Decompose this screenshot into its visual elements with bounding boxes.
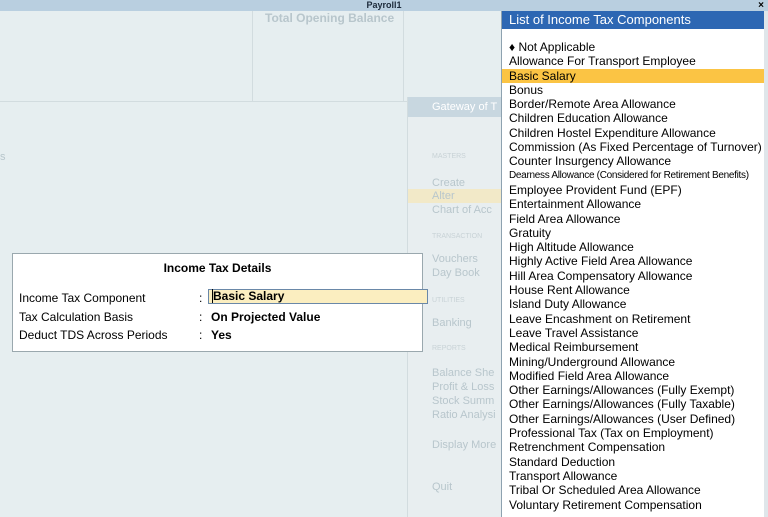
window-titlebar: Payroll1 × — [0, 0, 768, 11]
income-tax-components-list: List of Income Tax Components ♦ Not Appl… — [501, 11, 765, 517]
list-item[interactable]: Dearness Allowance (Considered for Retir… — [502, 169, 765, 183]
list-header: List of Income Tax Components — [502, 11, 765, 29]
list-item[interactable]: Counter Insurgency Allowance — [502, 154, 765, 168]
opening-balance-panel: Total Opening Balance — [252, 11, 404, 101]
gateway-item-ratio[interactable]: Ratio Analysi — [432, 409, 496, 421]
list-item[interactable]: Hill Area Compensatory Allowance — [502, 269, 765, 283]
list-item[interactable]: Transport Allowance — [502, 469, 765, 483]
gateway-item-balance-sheet[interactable]: Balance She — [432, 367, 494, 379]
list-item[interactable]: High Altitude Allowance — [502, 240, 765, 254]
gateway-item-quit[interactable]: Quit — [432, 481, 452, 493]
gateway-item-create[interactable]: Create — [432, 177, 465, 189]
tax-calculation-basis-row: Tax Calculation Basis : On Projected Val… — [19, 309, 419, 325]
list-item[interactable]: Allowance For Transport Employee — [502, 54, 765, 68]
list-item[interactable]: Border/Remote Area Allowance — [502, 97, 765, 111]
list-item[interactable]: Voluntary Retirement Compensation — [502, 498, 765, 512]
income-tax-component-label: Income Tax Component — [19, 291, 146, 305]
list-item[interactable]: Medical Reimbursement — [502, 340, 765, 354]
gateway-section-masters: MASTERS — [432, 153, 466, 160]
gateway-section-reports: REPORTS — [432, 345, 466, 352]
opening-balance-title: Total Opening Balance — [265, 11, 395, 25]
gateway-highlight — [408, 189, 503, 203]
list-item[interactable]: Other Earnings/Allowances (Fully Taxable… — [502, 397, 765, 411]
close-icon[interactable]: × — [758, 0, 764, 11]
list-item[interactable]: Gratuity — [502, 226, 765, 240]
list-item[interactable]: Mining/Underground Allowance — [502, 355, 765, 369]
list-item[interactable]: Leave Travel Assistance — [502, 326, 765, 340]
list-item[interactable]: Commission (As Fixed Percentage of Turno… — [502, 140, 765, 154]
gateway-header: Gateway of T — [408, 97, 503, 117]
gateway-item-vouchers[interactable]: Vouchers — [432, 253, 478, 265]
gateway-item-chart[interactable]: Chart of Acc — [432, 204, 492, 216]
list-item[interactable]: ♦ Not Applicable — [502, 40, 765, 54]
list-items: ♦ Not Applicable Allowance For Transport … — [502, 40, 765, 512]
deduct-tds-row: Deduct TDS Across Periods : Yes — [19, 327, 419, 343]
gateway-section-utilities: UTILITIES — [432, 297, 465, 304]
colon: : — [199, 310, 203, 324]
list-item[interactable]: House Rent Allowance — [502, 283, 765, 297]
gateway-item-profit-loss[interactable]: Profit & Loss — [432, 381, 494, 393]
list-item[interactable]: Modified Field Area Allowance — [502, 369, 765, 383]
gateway-item-banking[interactable]: Banking — [432, 317, 472, 329]
list-item[interactable]: Employee Provident Fund (EPF) — [502, 183, 765, 197]
list-item[interactable]: Island Duty Allowance — [502, 297, 765, 311]
income-tax-details-dialog: Income Tax Details Income Tax Component … — [12, 253, 428, 352]
scrollbar[interactable] — [764, 11, 768, 517]
list-item[interactable]: Bonus — [502, 83, 765, 97]
list-item[interactable]: Field Area Allowance — [502, 212, 765, 226]
list-item[interactable]: Standard Deduction — [502, 455, 765, 469]
colon: : — [199, 291, 203, 305]
list-item[interactable]: Leave Encashment on Retirement — [502, 312, 765, 326]
list-item[interactable]: Children Education Allowance — [502, 111, 765, 125]
deduct-tds-label: Deduct TDS Across Periods — [19, 328, 168, 342]
income-tax-component-value: asic Salary — [221, 289, 285, 303]
gateway-section-transactions: TRANSACTION — [432, 233, 483, 240]
list-item[interactable]: Tribal Or Scheduled Area Allowance — [502, 483, 765, 497]
gateway-item-display-more[interactable]: Display More — [432, 439, 496, 451]
list-item[interactable]: Highly Active Field Area Allowance — [502, 254, 765, 268]
gateway-item-stock-summary[interactable]: Stock Summ — [432, 395, 494, 407]
list-item[interactable]: Children Hostel Expenditure Allowance — [502, 126, 765, 140]
list-item[interactable]: Professional Tax (Tax on Employment) — [502, 426, 765, 440]
left-label: s — [0, 151, 6, 163]
list-item[interactable]: Other Earnings/Allowances (Fully Exempt) — [502, 383, 765, 397]
tax-calculation-basis-value[interactable]: On Projected Value — [211, 309, 320, 325]
deduct-tds-value[interactable]: Yes — [211, 327, 232, 343]
dialog-title: Income Tax Details — [163, 261, 272, 275]
window-title: Payroll1 — [366, 0, 402, 10]
gateway-item-daybook[interactable]: Day Book — [432, 267, 480, 279]
list-item[interactable]: Entertainment Allowance — [502, 197, 765, 211]
text-cursor: B — [212, 289, 222, 303]
income-tax-component-field[interactable]: Basic Salary — [208, 289, 428, 304]
list-item[interactable]: Basic Salary — [502, 68, 765, 83]
income-tax-component-row: Income Tax Component : Basic Salary — [19, 289, 428, 306]
colon: : — [199, 328, 203, 342]
list-item[interactable]: Other Earnings/Allowances (User Defined) — [502, 412, 765, 426]
list-item[interactable]: Retrenchment Compensation — [502, 440, 765, 454]
gateway-item-alter[interactable]: Alter — [432, 190, 455, 202]
tax-calculation-basis-label: Tax Calculation Basis — [19, 310, 134, 324]
